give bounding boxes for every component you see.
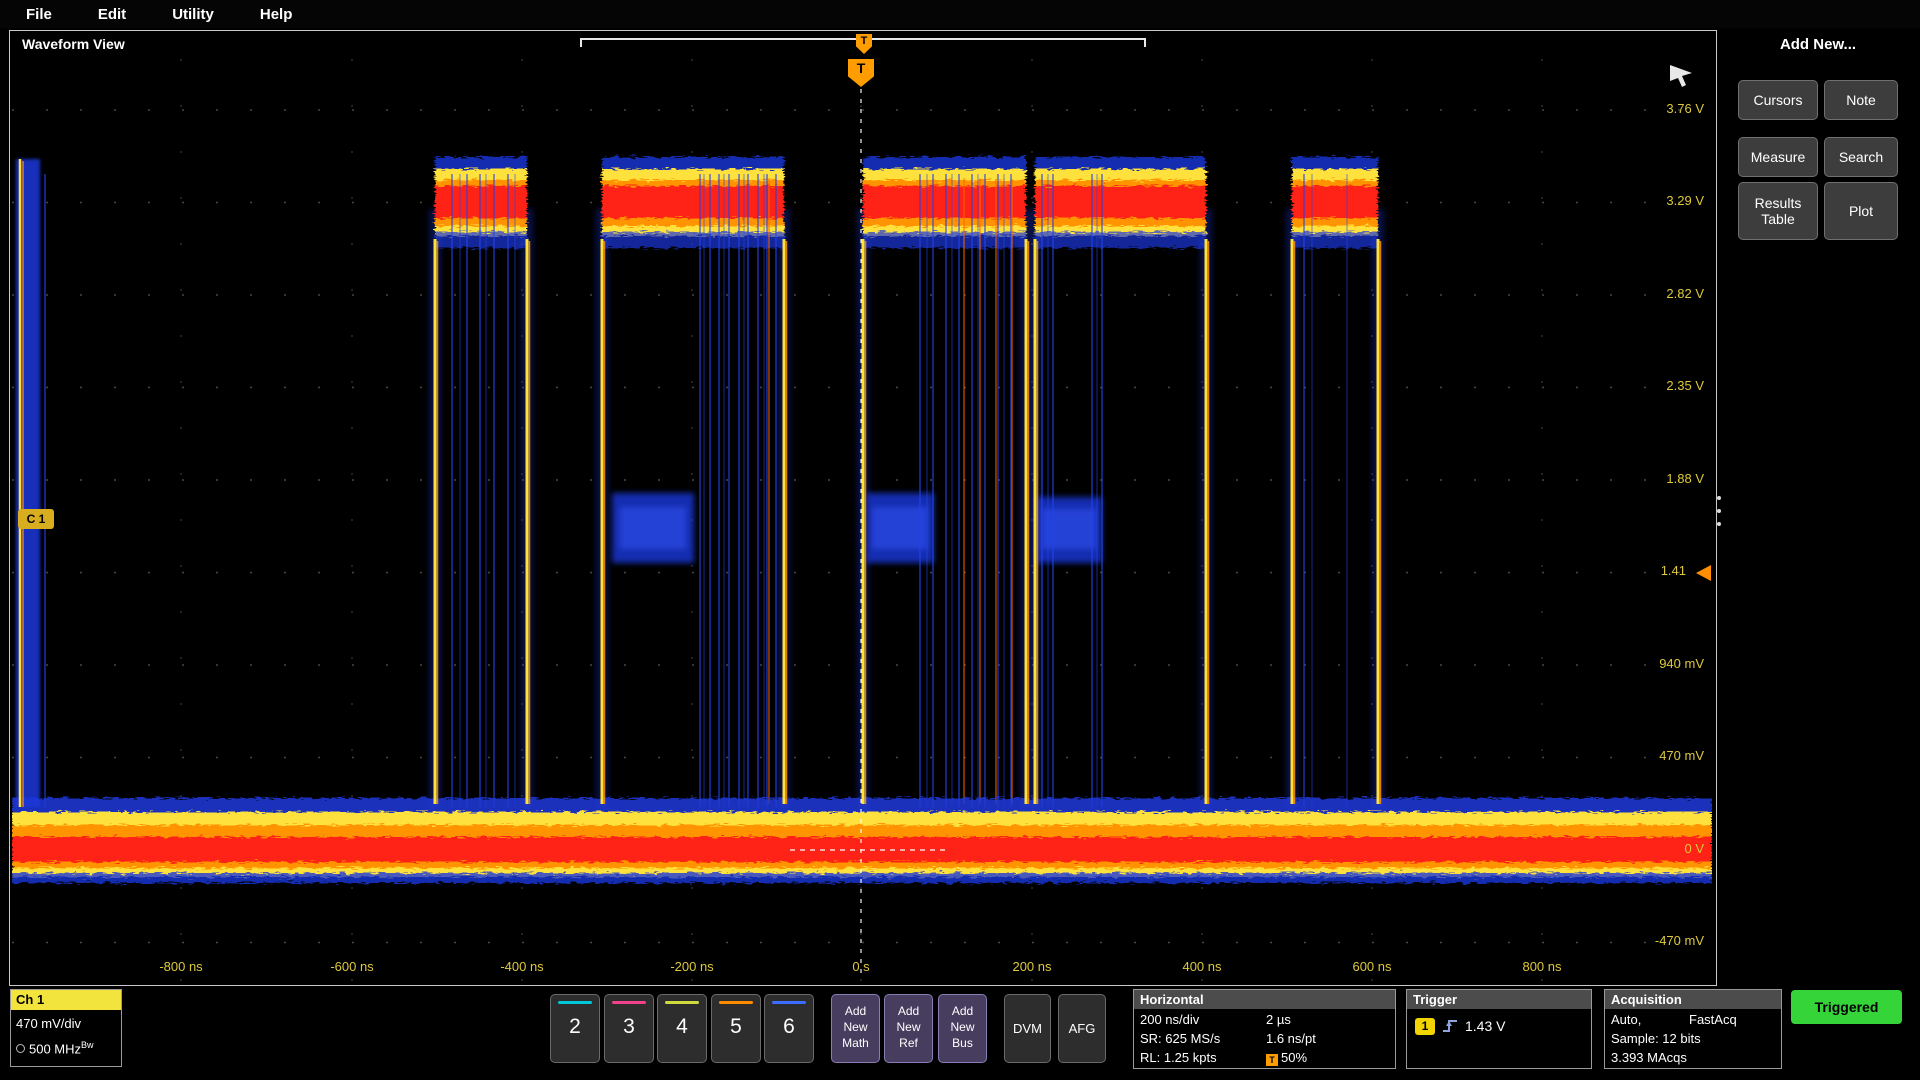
channel-3-color-stripe bbox=[612, 1001, 646, 1004]
x-axis-label: 200 ns bbox=[987, 959, 1077, 974]
add-new-title: Add New... bbox=[1722, 36, 1914, 53]
horizontal-sample-rate: SR: 625 MS/s bbox=[1140, 1031, 1220, 1046]
horizontal-window: 2 µs bbox=[1266, 1012, 1291, 1027]
y-axis-label: 1.88 V bbox=[1614, 471, 1704, 486]
trigger-mini-icon: T bbox=[1266, 1054, 1278, 1066]
search-button[interactable]: Search bbox=[1824, 137, 1898, 177]
afg-button[interactable]: AFG bbox=[1058, 994, 1106, 1063]
y-axis-label: 2.82 V bbox=[1614, 286, 1704, 301]
acquisition-sample: Sample: 12 bits bbox=[1611, 1031, 1701, 1046]
trigger-settings-panel[interactable]: Trigger 1 1.43 V bbox=[1406, 989, 1592, 1069]
channel-6-button[interactable]: 6 bbox=[764, 994, 814, 1063]
dvm-button[interactable]: DVM bbox=[1004, 994, 1051, 1063]
acquisition-settings-panel[interactable]: Acquisition Auto, FastAcq Sample: 12 bit… bbox=[1604, 989, 1782, 1069]
acquisition-count: 3.393 MAcqs bbox=[1611, 1050, 1687, 1065]
channel1-bandwidth: 500 MHz bbox=[29, 1041, 81, 1056]
waveform-view-panel: Waveform View T bbox=[9, 30, 1717, 986]
menu-file[interactable]: File bbox=[26, 6, 52, 23]
acquisition-mode: Auto, bbox=[1611, 1012, 1641, 1027]
x-axis-label: -400 ns bbox=[477, 959, 567, 974]
channel1-settings-panel[interactable]: Ch 1 470 mV/div 500 MHzBw bbox=[10, 989, 122, 1067]
trigger-level-value: 1.43 V bbox=[1465, 1018, 1505, 1034]
x-axis-label: 600 ns bbox=[1327, 959, 1417, 974]
channel-5-color-stripe bbox=[719, 1001, 753, 1004]
channel-6-color-stripe bbox=[772, 1001, 806, 1004]
x-axis-label: -800 ns bbox=[136, 959, 226, 974]
y-axis-label: 2.35 V bbox=[1614, 378, 1704, 393]
channel-2-label: 2 bbox=[551, 1015, 599, 1039]
waveform-display[interactable] bbox=[12, 59, 1712, 983]
orange-jitter-streaks bbox=[769, 179, 1012, 804]
channel-4-button[interactable]: 4 bbox=[657, 994, 707, 1063]
add-new-math-button[interactable]: Add New Math bbox=[831, 994, 880, 1063]
menu-bar: File Edit Utility Help bbox=[0, 0, 1920, 28]
rising-edge-icon bbox=[1441, 1017, 1459, 1035]
channel-2-color-stripe bbox=[558, 1001, 592, 1004]
x-axis-label: -200 ns bbox=[647, 959, 737, 974]
trigger-marker-top[interactable]: T bbox=[856, 34, 872, 54]
x-axis-label: 800 ns bbox=[1497, 959, 1587, 974]
ground-level-band bbox=[12, 798, 1712, 883]
zoom-cursor-icon[interactable] bbox=[1668, 63, 1696, 89]
menu-help[interactable]: Help bbox=[260, 6, 293, 23]
left-spike bbox=[16, 159, 40, 807]
channel-3-button[interactable]: 3 bbox=[604, 994, 654, 1063]
add-new-panel: Add New... Cursors Note Measure Search R… bbox=[1722, 28, 1914, 986]
menu-edit[interactable]: Edit bbox=[98, 6, 126, 23]
acquisition-title: Acquisition bbox=[1605, 990, 1781, 1009]
note-button[interactable]: Note bbox=[1824, 80, 1898, 120]
horizontal-position: 50% bbox=[1281, 1050, 1307, 1065]
x-axis-label: 400 ns bbox=[1157, 959, 1247, 974]
y-axis-label-trigger-level: 1.41 bbox=[1596, 563, 1686, 578]
cursors-button[interactable]: Cursors bbox=[1738, 80, 1818, 120]
channel1-scale: 470 mV/div bbox=[16, 1016, 81, 1031]
channel-4-label: 4 bbox=[658, 1015, 706, 1039]
waveform-view-title: Waveform View bbox=[22, 36, 125, 52]
channel-2-button[interactable]: 2 bbox=[550, 994, 600, 1063]
blue-jitter-streaks bbox=[45, 174, 1304, 807]
y-axis-label: 3.29 V bbox=[1614, 193, 1704, 208]
trigger-summary-row: 1 1.43 V bbox=[1415, 1017, 1505, 1035]
horizontal-per-point: 1.6 ns/pt bbox=[1266, 1031, 1316, 1046]
y-axis-label: -470 mV bbox=[1614, 933, 1704, 948]
triggered-status-badge: Triggered bbox=[1791, 990, 1902, 1024]
x-axis-label: -600 ns bbox=[307, 959, 397, 974]
channel-3-label: 3 bbox=[605, 1015, 653, 1039]
add-new-bus-button[interactable]: Add New Bus bbox=[938, 994, 987, 1063]
channel-4-color-stripe bbox=[665, 1001, 699, 1004]
trigger-level-arrow[interactable] bbox=[1696, 565, 1711, 581]
plot-button[interactable]: Plot bbox=[1824, 182, 1898, 240]
horizontal-settings-panel[interactable]: Horizontal 200 ns/div 2 µs SR: 625 MS/s … bbox=[1133, 989, 1396, 1069]
y-axis-label: 940 mV bbox=[1614, 656, 1704, 671]
horizontal-position-row: T50% bbox=[1266, 1050, 1307, 1066]
blue-jitter-streaks-faint bbox=[460, 174, 1347, 807]
menu-utility[interactable]: Utility bbox=[172, 6, 214, 23]
y-axis-label: 3.76 V bbox=[1614, 101, 1704, 116]
horizontal-scale: 200 ns/div bbox=[1140, 1012, 1199, 1027]
trigger-title: Trigger bbox=[1407, 990, 1591, 1009]
probe-icon bbox=[16, 1044, 25, 1053]
measure-button[interactable]: Measure bbox=[1738, 137, 1818, 177]
channel1-waveform-badge[interactable]: C 1 bbox=[18, 509, 54, 529]
x-axis-label: 0 s bbox=[816, 959, 906, 974]
trigger-source-badge: 1 bbox=[1415, 1018, 1435, 1035]
horizontal-title: Horizontal bbox=[1134, 990, 1395, 1009]
bandwidth-limit-suffix: Bw bbox=[81, 1040, 94, 1050]
results-table-button[interactable]: Results Table bbox=[1738, 182, 1818, 240]
channel-5-label: 5 bbox=[712, 1015, 760, 1039]
y-axis-label: 470 mV bbox=[1614, 748, 1704, 763]
channel1-bandwidth-row: 500 MHzBw bbox=[16, 1040, 94, 1056]
channel-6-label: 6 bbox=[765, 1015, 813, 1039]
horizontal-record-length: RL: 1.25 kpts bbox=[1140, 1050, 1217, 1065]
channel-5-button[interactable]: 5 bbox=[711, 994, 761, 1063]
y-axis-label: 0 V bbox=[1614, 841, 1704, 856]
waveform-plot-area[interactable]: T C 1 3.76 V 3.29 V 2.82 V 2.35 V 1.88 V… bbox=[12, 59, 1712, 983]
add-new-ref-button[interactable]: Add New Ref bbox=[884, 994, 933, 1063]
acquisition-type: FastAcq bbox=[1689, 1012, 1737, 1027]
channel1-name: Ch 1 bbox=[11, 990, 121, 1010]
